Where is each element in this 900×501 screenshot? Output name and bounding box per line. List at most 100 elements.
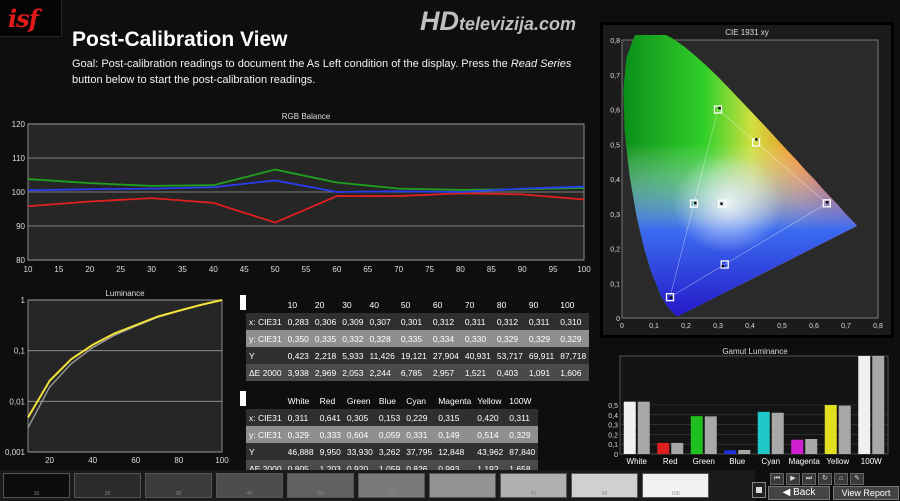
grayscale-table-cell: 0,306: [311, 313, 340, 330]
grayscale-table-cell: 0,328: [366, 330, 398, 347]
grayscale-table-cell: x: CIE31: [246, 313, 285, 330]
gamut-bar-measured: [623, 401, 636, 454]
swatch-label: 40: [246, 491, 253, 497]
gamut-bar-measured: [858, 356, 871, 454]
grayscale-table-cell: 0,335: [397, 330, 430, 347]
grayscale-table-cell: 53,717: [493, 347, 526, 364]
grayscale-table-cell: 0,334: [429, 330, 462, 347]
rgb-x-tick-label: 90: [518, 265, 527, 274]
grayscale-table-cell: 0,309: [339, 313, 367, 330]
luminance-y-tick-label: 0,001: [5, 448, 26, 457]
back-label: Back: [793, 487, 816, 498]
stop-button[interactable]: [752, 482, 766, 498]
gamut-table-column-header: Yellow: [474, 392, 507, 409]
swatch-30[interactable]: 30: [145, 473, 212, 498]
cie-measured-point: [755, 138, 758, 141]
play-icon[interactable]: ▶: [786, 473, 800, 485]
rgb-x-tick-label: 95: [549, 265, 558, 274]
grayscale-table-cell: 2,218: [311, 347, 340, 364]
grayscale-table-cell: 0,329: [525, 330, 558, 347]
rgb-y-tick-label: 120: [12, 120, 26, 129]
gamut-table-cell: 0,420: [474, 409, 507, 426]
grayscale-table-cell: 27,904: [429, 347, 462, 364]
swatch-50[interactable]: 50: [287, 473, 354, 498]
grayscale-table-column-header: [246, 296, 285, 313]
gamut-table-cell: 3,262: [375, 443, 404, 460]
gamut-table-cell: 0,229: [403, 409, 436, 426]
swatch-100[interactable]: 100: [642, 473, 709, 498]
gamut-bar-target: [637, 401, 650, 454]
back-button[interactable]: ◀ Back: [768, 486, 830, 500]
repeat-icon[interactable]: ↻: [818, 473, 832, 485]
cie-y-tick-label: 0,1: [610, 281, 620, 288]
cie-measured-point: [694, 201, 697, 205]
gamut-table: White Red Green Blue Cyan Magenta Yellow 100W x:…: [246, 392, 539, 477]
gamut-table-cell: x: CIE31: [246, 409, 285, 426]
cie-chart: 00 0,1 0,1 0,2 0,2 0,3 0,3 0,4 0,4 0,5 0,5 0,6 0,6 0,…: [610, 35, 883, 330]
watermark: HDtelevizija.com: [420, 6, 576, 37]
swatch-20[interactable]: 20: [74, 473, 141, 498]
gamut-table-cell: 0,641: [316, 409, 344, 426]
gamut-table-cell: 0,333: [316, 426, 344, 443]
grayscale-table-cell: 1,606: [557, 364, 590, 381]
gamut-table-cell: 0,153: [375, 409, 404, 426]
grayscale-table-cell: 0,311: [461, 313, 494, 330]
gamut-table-row: y: CIE31 0,329 0,333 0,604 0,059 0,331 0,149 0,…: [246, 426, 539, 443]
gamut-bar-measured: [791, 439, 804, 454]
gamut-table-cell: 0,329: [284, 426, 317, 443]
stop-icon: [756, 487, 762, 493]
rgb-x-tick-label: 50: [271, 265, 280, 274]
swatch-label: 30: [175, 491, 182, 497]
gamut-table-cell: 0,311: [284, 409, 317, 426]
grayscale-table-cell: 0,312: [429, 313, 462, 330]
gamut-table-cell: 0,311: [506, 409, 539, 426]
luminance-x-tick-label: 20: [45, 456, 54, 465]
swatch-70[interactable]: 70: [429, 473, 496, 498]
gamut-luminance-y-tick-label: 0,2: [608, 432, 618, 439]
gamut-table-cell: 33,930: [343, 443, 376, 460]
first-icon[interactable]: ⏮: [770, 473, 784, 485]
swatch-label: 100: [671, 491, 680, 497]
goal-emphasis: Read Series: [510, 58, 572, 70]
swatch-40[interactable]: 40: [216, 473, 283, 498]
gamut-luminance-category-label: Blue: [729, 457, 746, 466]
rgb-x-tick-label: 30: [147, 265, 156, 274]
grayscale-table-cell: 0,350: [284, 330, 312, 347]
swatch-label: 80: [530, 491, 537, 497]
cie-measured-point: [720, 202, 723, 205]
grayscale-table-cell: y: CIE31: [246, 330, 285, 347]
rgb-x-tick-label: 65: [363, 265, 372, 274]
gamut-table-column-header: Cyan: [403, 392, 436, 409]
rgb-x-tick-label: 35: [178, 265, 187, 274]
view-report-button[interactable]: View Report: [833, 486, 899, 500]
cie-x-tick-label: 0,3: [713, 323, 723, 330]
cie-x-tick-label: 0: [620, 323, 624, 330]
gamut-table-cell: 0,149: [435, 426, 475, 443]
swatch-10[interactable]: 10: [3, 473, 70, 498]
page-title: Post-Calibration View: [72, 28, 288, 51]
swatch-90[interactable]: 90: [571, 473, 638, 498]
gamut-bar-target: [704, 416, 717, 454]
gamut-table-cell: 0,514: [474, 426, 507, 443]
logo-text: isf: [8, 4, 39, 33]
edit-icon[interactable]: ✎: [850, 473, 864, 485]
grayscale-table-cell: 0,335: [311, 330, 340, 347]
luminance-x-tick-label: 100: [215, 456, 229, 465]
swatch-80[interactable]: 80: [500, 473, 567, 498]
gamut-table-column-header: Red: [316, 392, 344, 409]
swatch-label: 10: [33, 491, 40, 497]
rgb-x-tick-label: 70: [394, 265, 403, 274]
grayscale-table-cell: 3,938: [284, 364, 312, 381]
gamut-table-cell: 0,315: [435, 409, 475, 426]
next-icon[interactable]: ⏭: [802, 473, 816, 485]
grayscale-table-cell: ΔE 2000: [246, 364, 285, 381]
rgb-y-tick-label: 80: [16, 256, 25, 265]
gamut-table-cell: 0,331: [403, 426, 436, 443]
grayscale-table-cell: 1,521: [461, 364, 494, 381]
swatch-60[interactable]: 60: [358, 473, 425, 498]
rgb-x-tick-label: 60: [332, 265, 341, 274]
grayscale-table-cell: 0,423: [284, 347, 312, 364]
grayscale-table-cell: 5,933: [339, 347, 367, 364]
home-icon[interactable]: ⌂: [834, 473, 848, 485]
grayscale-table-cell: 2,969: [311, 364, 340, 381]
